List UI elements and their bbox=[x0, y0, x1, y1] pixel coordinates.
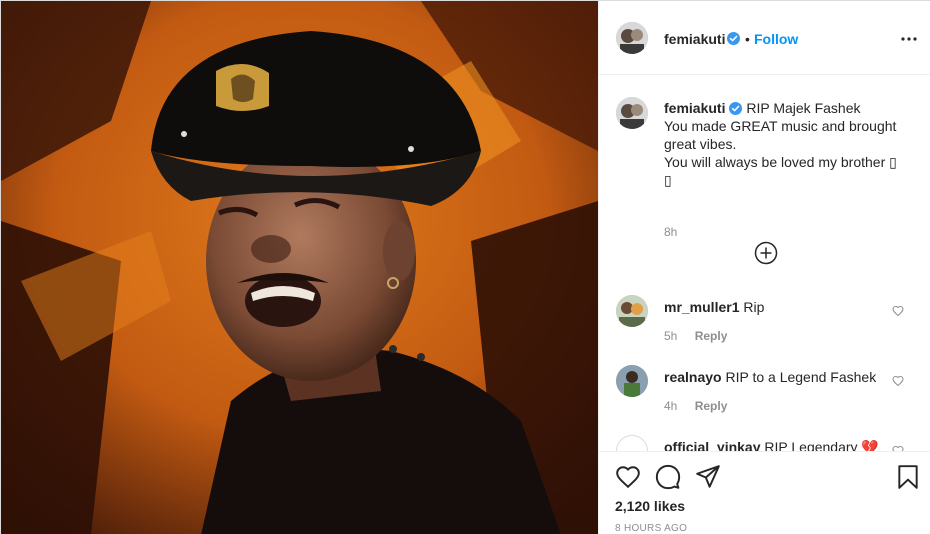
share-icon[interactable] bbox=[695, 464, 721, 490]
load-more-comments-icon[interactable] bbox=[754, 241, 778, 265]
caption-line: You will always be loved my brother ▯ bbox=[664, 154, 897, 170]
post-photo[interactable] bbox=[1, 1, 598, 534]
post-actions-footer: 2,120 likes 8 HOURS AGO bbox=[599, 451, 930, 534]
likes-count[interactable]: 2,120 likes bbox=[615, 498, 685, 514]
comment-like-heart-icon[interactable] bbox=[892, 305, 904, 317]
header-separator: • bbox=[745, 31, 750, 47]
comment-time[interactable]: 5h bbox=[664, 329, 677, 343]
comment-time[interactable]: 4h bbox=[664, 399, 677, 413]
comments-section[interactable]: femiakuti RIP Majek Fashek You made GREA… bbox=[599, 75, 930, 451]
commenter-avatar[interactable] bbox=[616, 295, 648, 327]
verified-badge-icon bbox=[727, 32, 740, 45]
follow-button[interactable]: Follow bbox=[754, 31, 798, 47]
comment-text: realnayo RIP to a Legend Fashek bbox=[664, 369, 876, 385]
verified-badge-icon bbox=[729, 102, 743, 115]
comment-meta: 4h Reply bbox=[664, 399, 727, 413]
caption-line: RIP Majek Fashek bbox=[746, 100, 861, 116]
comment-meta: 5h Reply bbox=[664, 329, 727, 343]
comment-item: realnayo RIP to a Legend Fashek 4h Reply bbox=[616, 365, 916, 425]
post-side-panel: femiakuti • Follow femiakuti RIP Majek F… bbox=[598, 1, 930, 534]
commenter-avatar[interactable] bbox=[616, 435, 648, 451]
comment-body: RIP Legendary 💔 bbox=[764, 439, 879, 451]
reply-button[interactable]: Reply bbox=[695, 329, 728, 343]
bookmark-icon[interactable] bbox=[895, 464, 921, 490]
heart-icon[interactable] bbox=[615, 464, 641, 490]
commenter-username[interactable]: mr_muller1 bbox=[664, 299, 739, 315]
commenter-username[interactable]: official_yinkay bbox=[664, 439, 761, 451]
more-options-icon[interactable] bbox=[899, 30, 919, 48]
comment-item: official_yinkay RIP Legendary 💔 bbox=[616, 435, 916, 451]
comment-like-heart-icon[interactable] bbox=[892, 375, 904, 387]
post-timestamp[interactable]: 8 HOURS AGO bbox=[615, 523, 687, 534]
caption-username[interactable]: femiakuti bbox=[664, 100, 725, 116]
instagram-post-modal: femiakuti • Follow femiakuti RIP Majek F… bbox=[0, 0, 930, 534]
commenter-username[interactable]: realnayo bbox=[664, 369, 722, 385]
comment-icon[interactable] bbox=[655, 464, 681, 490]
comment-text: official_yinkay RIP Legendary 💔 bbox=[664, 439, 879, 451]
comment-text: mr_muller1 Rip bbox=[664, 299, 764, 315]
comment-item: mr_muller1 Rip 5h Reply bbox=[616, 295, 916, 355]
post-photo-image bbox=[1, 1, 598, 534]
caption-line: ▯ bbox=[664, 172, 672, 188]
reply-button[interactable]: Reply bbox=[695, 399, 728, 413]
comment-body: RIP to a Legend Fashek bbox=[725, 369, 877, 385]
caption-avatar[interactable] bbox=[616, 97, 648, 129]
caption-line: You made GREAT music and brought great v… bbox=[664, 118, 897, 152]
comment-body: Rip bbox=[743, 299, 765, 315]
caption-text: femiakuti RIP Majek Fashek You made GREA… bbox=[664, 99, 909, 189]
author-avatar[interactable] bbox=[616, 22, 648, 54]
commenter-avatar[interactable] bbox=[616, 365, 648, 397]
caption-timestamp[interactable]: 8h bbox=[664, 225, 677, 239]
post-header: femiakuti • Follow bbox=[599, 1, 930, 75]
author-username[interactable]: femiakuti bbox=[664, 31, 725, 47]
